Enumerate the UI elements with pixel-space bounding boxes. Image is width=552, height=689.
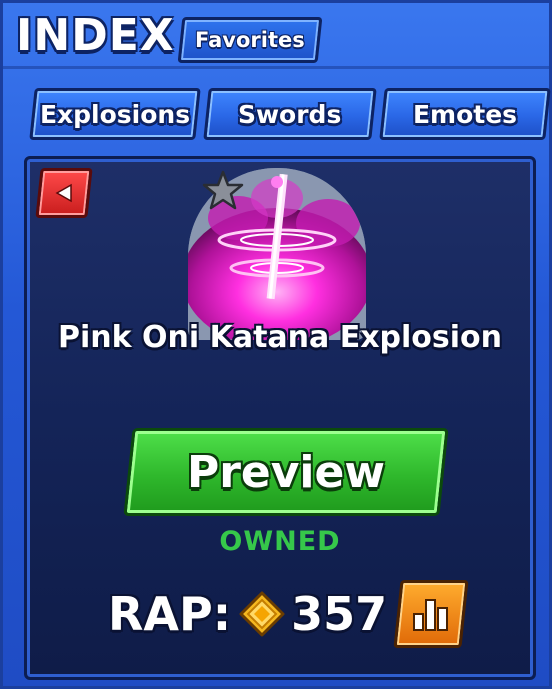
stats-button[interactable] [393, 580, 469, 648]
tab-emotes-label: Emotes [412, 99, 518, 129]
bar-chart-icon [413, 599, 449, 631]
back-button[interactable] [35, 168, 93, 218]
star-icon[interactable] [202, 170, 244, 212]
tab-explosions[interactable]: Explosions [29, 88, 201, 140]
rap-value: 357 [291, 587, 388, 641]
rap-label: RAP: [108, 587, 232, 641]
back-arrow-icon [55, 183, 72, 203]
tab-swords-label: Swords [238, 99, 342, 129]
rap-row: RAP: 357 [108, 578, 469, 650]
tab-swords[interactable]: Swords [203, 88, 377, 140]
gem-coin-icon [239, 591, 285, 637]
page-title: INDEX [16, 10, 175, 61]
tab-emotes[interactable]: Emotes [379, 88, 551, 140]
favorites-button[interactable]: Favorites [177, 17, 323, 63]
tab-explosions-label: Explosions [39, 99, 191, 129]
favorites-label: Favorites [195, 28, 305, 52]
item-name: Pink Oni Katana Explosion [57, 320, 503, 355]
preview-button[interactable]: Preview [123, 428, 449, 516]
preview-label: Preview [186, 446, 386, 498]
owned-status: OWNED [219, 526, 341, 557]
header-divider [0, 66, 552, 69]
